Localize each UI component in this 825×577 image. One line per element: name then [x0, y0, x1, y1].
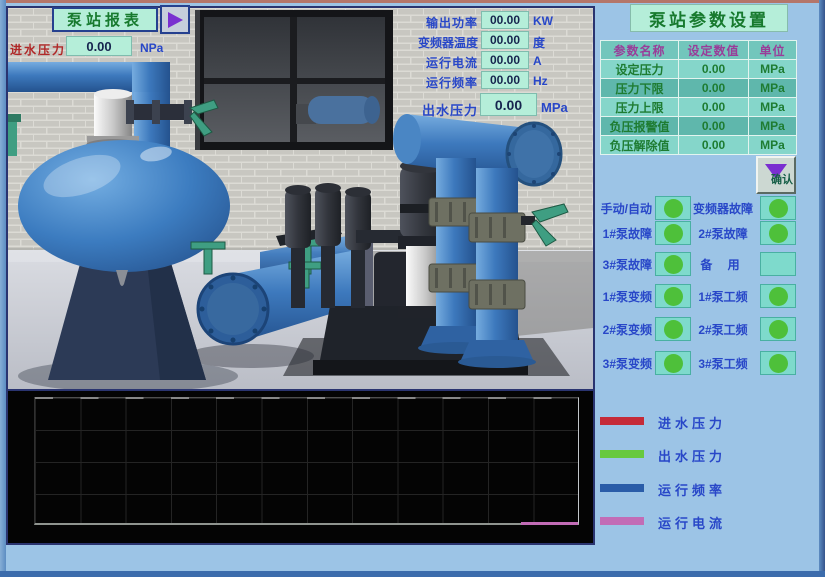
running-current-value: 00.00 — [481, 51, 529, 69]
status-label-pump1-fault: 1#泵故障 — [578, 225, 652, 242]
status-label-pump2-mains: 2#泵工频 — [686, 321, 760, 338]
trend-chart — [8, 391, 593, 543]
status-label-spare: 备 用 — [686, 256, 760, 273]
param-unit: MPa — [749, 98, 797, 117]
status-lamp-pump2-mains — [760, 317, 796, 341]
green-lamp-icon — [664, 354, 683, 373]
param-name: 压力上限 — [601, 98, 679, 117]
running-current-label: 运行电流 — [394, 54, 478, 71]
param-name: 负压报警值 — [601, 117, 679, 136]
green-lamp-icon — [769, 287, 788, 306]
status-lamp-pump1-mains — [760, 284, 796, 308]
inlet-pressure-unit: NPa — [140, 41, 163, 55]
outlet-pressure-value: 0.00 — [480, 93, 537, 116]
running-current-trace — [521, 522, 578, 525]
param-name: 压力下限 — [601, 79, 679, 98]
inlet-pressure-label: 进水压力 — [10, 41, 66, 58]
status-label-vfd-fault: 变频器故障 — [686, 200, 760, 217]
report-button[interactable]: 泵站报表 — [52, 7, 158, 32]
settings-panel-title: 泵站参数设置 — [630, 4, 788, 32]
green-lamp-icon — [664, 224, 683, 243]
status-label-pump1-mains: 1#泵工频 — [686, 288, 760, 305]
inlet-pressure-value: 0.00 — [66, 36, 132, 56]
status-label-auto-manual: 手动/自动 — [578, 200, 652, 217]
legend-swatch-outlet-pressure — [600, 450, 644, 458]
status-label-pump3-fault: 3#泵故障 — [578, 256, 652, 273]
status-lamp-pump3-mains — [760, 351, 796, 375]
settings-row: 负压解除值 0.00 MPa — [601, 136, 797, 155]
param-value[interactable]: 0.00 — [679, 136, 749, 155]
vfd-temperature-value: 00.00 — [481, 31, 529, 49]
col-header-param: 参数名称 — [601, 41, 679, 60]
green-lamp-icon — [769, 224, 788, 243]
green-lamp-icon — [664, 287, 683, 306]
vfd-temperature-unit: 度 — [533, 34, 545, 51]
legend-label-outlet-pressure: 出水压力 — [658, 446, 726, 465]
green-lamp-icon — [664, 255, 683, 274]
status-lamp-spare — [760, 252, 796, 276]
param-value[interactable]: 0.00 — [679, 60, 749, 79]
outlet-pressure-unit: MPa — [541, 100, 568, 115]
green-lamp-icon — [769, 199, 788, 218]
running-frequency-label: 运行频率 — [394, 74, 478, 91]
report-nav-button[interactable] — [160, 5, 190, 34]
settings-table-header-row: 参数名称 设定数值 单位 — [601, 41, 797, 60]
green-lamp-icon — [664, 320, 683, 339]
outlet-pressure-label: 出水压力 — [410, 100, 478, 119]
status-label-pump3-vfd: 3#泵变频 — [578, 355, 652, 372]
window-border-top — [0, 0, 825, 3]
status-label-pump2-vfd: 2#泵变频 — [578, 321, 652, 338]
vfd-temperature-label: 变频器温度 — [394, 34, 478, 51]
status-label-pump2-fault: 2#泵故障 — [686, 225, 760, 242]
param-unit: MPa — [749, 60, 797, 79]
param-unit: MPa — [749, 117, 797, 136]
status-lamp-pump2-fault — [760, 221, 796, 245]
window-border-bottom — [0, 571, 825, 577]
legend-swatch-running-current — [600, 517, 644, 525]
param-name: 负压解除值 — [601, 136, 679, 155]
trend-plot-area — [34, 397, 579, 525]
window-border-right — [819, 0, 825, 577]
settings-row: 压力下限 0.00 MPa — [601, 79, 797, 98]
confirm-button[interactable]: 确认 — [756, 156, 796, 194]
param-value[interactable]: 0.00 — [679, 117, 749, 136]
legend-label-running-frequency: 运行频率 — [658, 480, 726, 499]
output-power-unit: KW — [533, 14, 553, 28]
legend-swatch-inlet-pressure — [600, 417, 644, 425]
settings-row: 设定压力 0.00 MPa — [601, 60, 797, 79]
running-frequency-unit: Hz — [533, 74, 548, 88]
param-value[interactable]: 0.00 — [679, 79, 749, 98]
legend-swatch-running-frequency — [600, 484, 644, 492]
legend-label-inlet-pressure: 进水压力 — [658, 413, 726, 432]
col-header-unit: 单位 — [749, 41, 797, 60]
green-lamp-icon — [769, 320, 788, 339]
status-lamp-vfd-fault — [760, 196, 796, 220]
status-label-pump3-mains: 3#泵工频 — [686, 355, 760, 372]
running-current-unit: A — [533, 54, 542, 68]
output-power-label: 输出功率 — [394, 14, 478, 31]
settings-table: 参数名称 设定数值 单位 设定压力 0.00 MPa 压力下限 0.00 MPa… — [600, 40, 797, 155]
plot-top-ticks — [35, 397, 578, 399]
play-icon — [168, 12, 183, 28]
param-value[interactable]: 0.00 — [679, 98, 749, 117]
window-border-left — [0, 0, 6, 577]
legend-label-running-current: 运行电流 — [658, 513, 726, 532]
confirm-button-label: 确认 — [771, 171, 793, 187]
param-unit: MPa — [749, 136, 797, 155]
green-lamp-icon — [769, 354, 788, 373]
param-name: 设定压力 — [601, 60, 679, 79]
settings-row: 负压报警值 0.00 MPa — [601, 117, 797, 136]
settings-row: 压力上限 0.00 MPa — [601, 98, 797, 117]
param-unit: MPa — [749, 79, 797, 98]
running-frequency-value: 00.00 — [481, 71, 529, 89]
col-header-value: 设定数值 — [679, 41, 749, 60]
status-label-pump1-vfd: 1#泵变频 — [578, 288, 652, 305]
green-lamp-icon — [664, 199, 683, 218]
output-power-value: 00.00 — [481, 11, 529, 29]
pump-station-hmi-screen: 泵站报表 进水压力 0.00 NPa 输出功率 00.00 KW 变频器温度 0… — [0, 0, 825, 577]
